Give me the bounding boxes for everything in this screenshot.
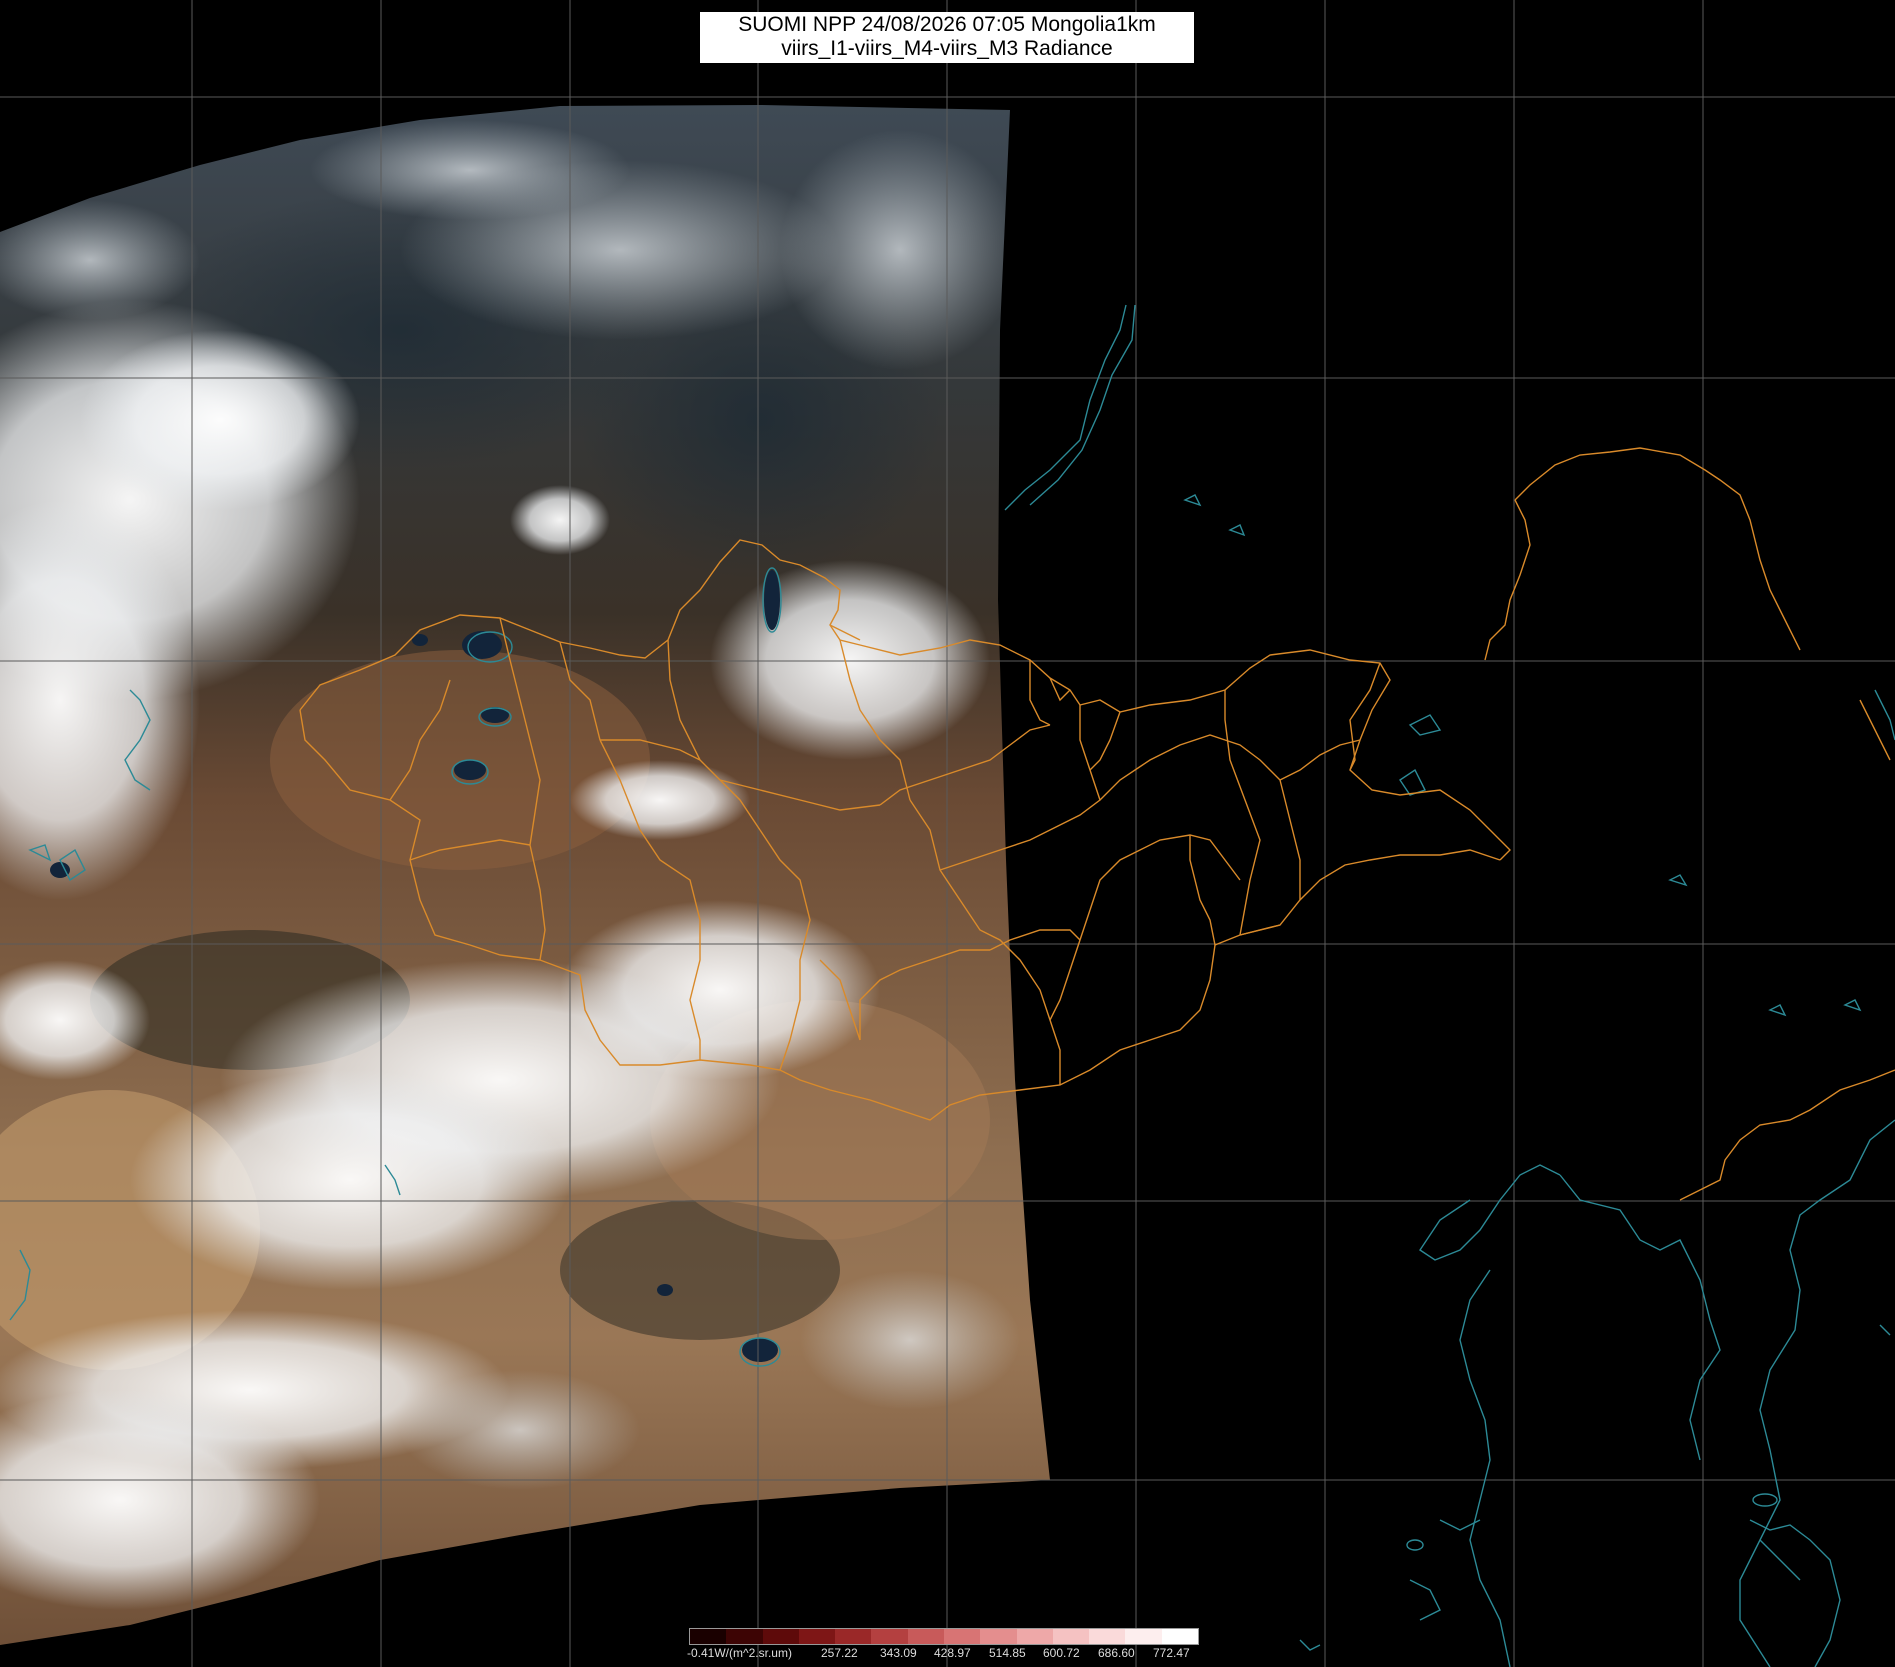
satellite-map xyxy=(0,0,1895,1667)
legend-swatch xyxy=(907,1629,944,1644)
legend-colorbar xyxy=(689,1628,1199,1645)
legend-label: 686.60 xyxy=(1098,1646,1135,1660)
legend-labels: -0.41W/(m^2.sr.um) 257.22 343.09 428.97 … xyxy=(685,1646,1205,1664)
legend-label: 428.97 xyxy=(934,1646,971,1660)
legend-swatch xyxy=(871,1629,908,1644)
legend-label: 600.72 xyxy=(1043,1646,1080,1660)
legend-label: 343.09 xyxy=(880,1646,917,1660)
legend-label: 772.47 xyxy=(1153,1646,1190,1660)
legend-swatch xyxy=(980,1629,1017,1644)
legend-swatch xyxy=(1052,1629,1090,1644)
legend-label: 514.85 xyxy=(989,1646,1026,1660)
legend-swatch xyxy=(835,1629,872,1644)
radiance-legend: -0.41W/(m^2.sr.um) 257.22 343.09 428.97 … xyxy=(685,1626,1205,1667)
satellite-image xyxy=(0,105,1050,1645)
legend-swatch xyxy=(762,1629,799,1644)
legend-swatch xyxy=(943,1629,981,1644)
legend-swatch xyxy=(1161,1629,1198,1644)
legend-swatch xyxy=(798,1629,836,1644)
legend-swatch xyxy=(690,1629,727,1644)
legend-swatch xyxy=(1089,1629,1126,1644)
map-title: SUOMI NPP 24/08/2026 07:05 Mongolia1km v… xyxy=(700,12,1194,63)
legend-swatch xyxy=(1016,1629,1053,1644)
legend-swatch xyxy=(726,1629,763,1644)
title-line-1: SUOMI NPP 24/08/2026 07:05 Mongolia1km xyxy=(738,13,1156,36)
legend-swatch xyxy=(1125,1629,1162,1644)
title-line-2: viirs_I1-viirs_M4-viirs_M3 Radiance xyxy=(781,37,1113,60)
legend-label: 257.22 xyxy=(821,1646,858,1660)
legend-label: -0.41W/(m^2.sr.um) xyxy=(687,1646,792,1660)
